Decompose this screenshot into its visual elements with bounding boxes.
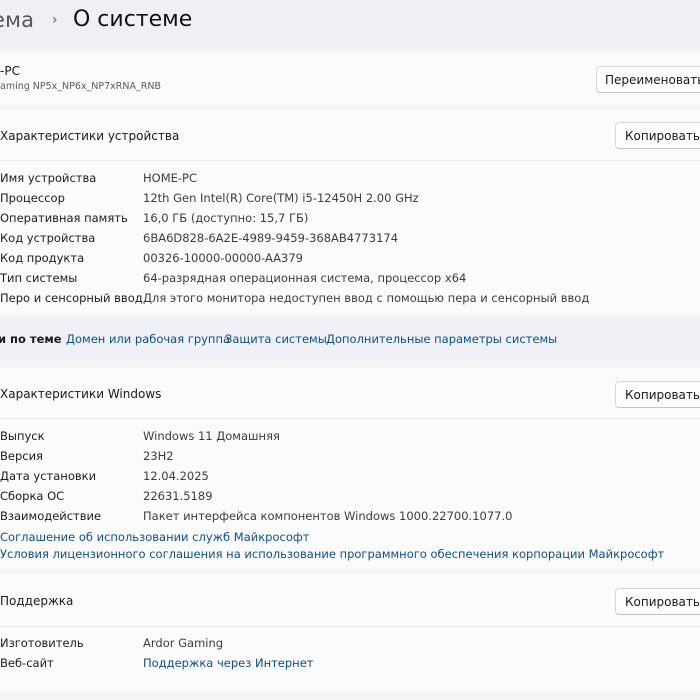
breadcrumb-parent[interactable]: ема [0, 8, 34, 32]
spec-label-ram: Оперативная память [0, 211, 128, 225]
win-label-os-build: Сборка ОС [0, 489, 65, 503]
win-value-version: 23H2 [143, 449, 174, 463]
win-label-version: Версия [0, 449, 43, 463]
advanced-system-settings-link[interactable]: Дополнительные параметры системы [326, 332, 557, 346]
copy-windows-specs-button[interactable]: Копировать [615, 381, 700, 408]
domain-workgroup-link[interactable]: Домен или рабочая группа [66, 332, 230, 346]
support-card: Поддержка Копировать Изготовитель Ardor … [0, 574, 700, 692]
divider [0, 626, 700, 627]
rename-pc-button[interactable]: Переименовать эт [596, 66, 700, 93]
device-name-card: -PC aming NP5x_NP6x_NP7xRNA_RNB Переимен… [0, 52, 700, 104]
spec-label-system-type: Тип системы [0, 271, 78, 285]
win-value-os-build: 22631.5189 [143, 489, 213, 503]
divider [0, 418, 700, 419]
device-model: aming NP5x_NP6x_NP7xRNA_RNB [0, 81, 161, 92]
spec-value-processor: 12th Gen Intel(R) Core(TM) i5-12450H 2.0… [143, 191, 419, 205]
device-specs-card: Характеристики устройства Копировать Имя… [0, 110, 700, 314]
win-label-edition: Выпуск [0, 429, 45, 443]
spec-value-device-name: HOME-PC [143, 171, 198, 185]
windows-specs-card: Характеристики Windows Копировать Выпуск… [0, 368, 700, 568]
license-terms-link[interactable]: Условия лицензионного соглашения на испо… [0, 547, 664, 561]
win-value-install-date: 12.04.2025 [143, 469, 209, 483]
spec-label-device-id: Код устройства [0, 231, 96, 245]
spec-value-device-id: 6BA6D828-6A2E-4989-9459-368AB4773174 [143, 231, 399, 245]
win-value-experience: Пакет интерфейса компонентов Windows 100… [143, 509, 513, 523]
device-specs-title: Характеристики устройства [0, 129, 180, 143]
divider [0, 160, 700, 161]
spec-label-device-name: Имя устройства [0, 171, 97, 185]
spec-value-system-type: 64-разрядная операционная система, проце… [143, 271, 467, 285]
support-value-manufacturer: Ardor Gaming [143, 636, 224, 650]
spec-label-product-id: Код продукта [0, 251, 85, 265]
spec-label-processor: Процессор [0, 191, 65, 205]
spec-label-pen-touch: Перо и сенсорный ввод [0, 291, 143, 305]
win-label-experience: Взаимодействие [0, 509, 102, 523]
windows-specs-title: Характеристики Windows [0, 387, 162, 401]
copy-device-specs-button[interactable]: Копировать [615, 122, 700, 149]
page-title: О системе [73, 7, 193, 32]
device-name: -PC [0, 64, 20, 78]
support-title: Поддержка [0, 594, 74, 608]
spec-value-pen-touch: Для этого монитора недоступен ввод с пом… [143, 291, 590, 305]
win-value-edition: Windows 11 Домашняя [143, 429, 280, 443]
related-label: и по теме [0, 332, 62, 346]
spec-value-product-id: 00326-10000-00000-AA379 [143, 251, 303, 265]
spec-value-ram: 16,0 ГБ (доступно: 15,7 ГБ) [143, 211, 309, 225]
system-protection-link[interactable]: Защита системы [225, 332, 327, 346]
win-label-install-date: Дата установки [0, 469, 97, 483]
page-header: ема › О системе [0, 0, 700, 48]
breadcrumb-separator-icon: › [52, 12, 58, 28]
online-support-link[interactable]: Поддержка через Интернет [143, 656, 313, 670]
support-label-manufacturer: Изготовитель [0, 636, 84, 650]
copy-support-button[interactable]: Копировать [615, 588, 700, 615]
support-label-website: Веб-сайт [0, 656, 54, 670]
related-links-bar: и по теме Домен или рабочая группа Защит… [0, 318, 700, 360]
services-agreement-link[interactable]: Соглашение об использовании служб Майкро… [0, 530, 309, 544]
